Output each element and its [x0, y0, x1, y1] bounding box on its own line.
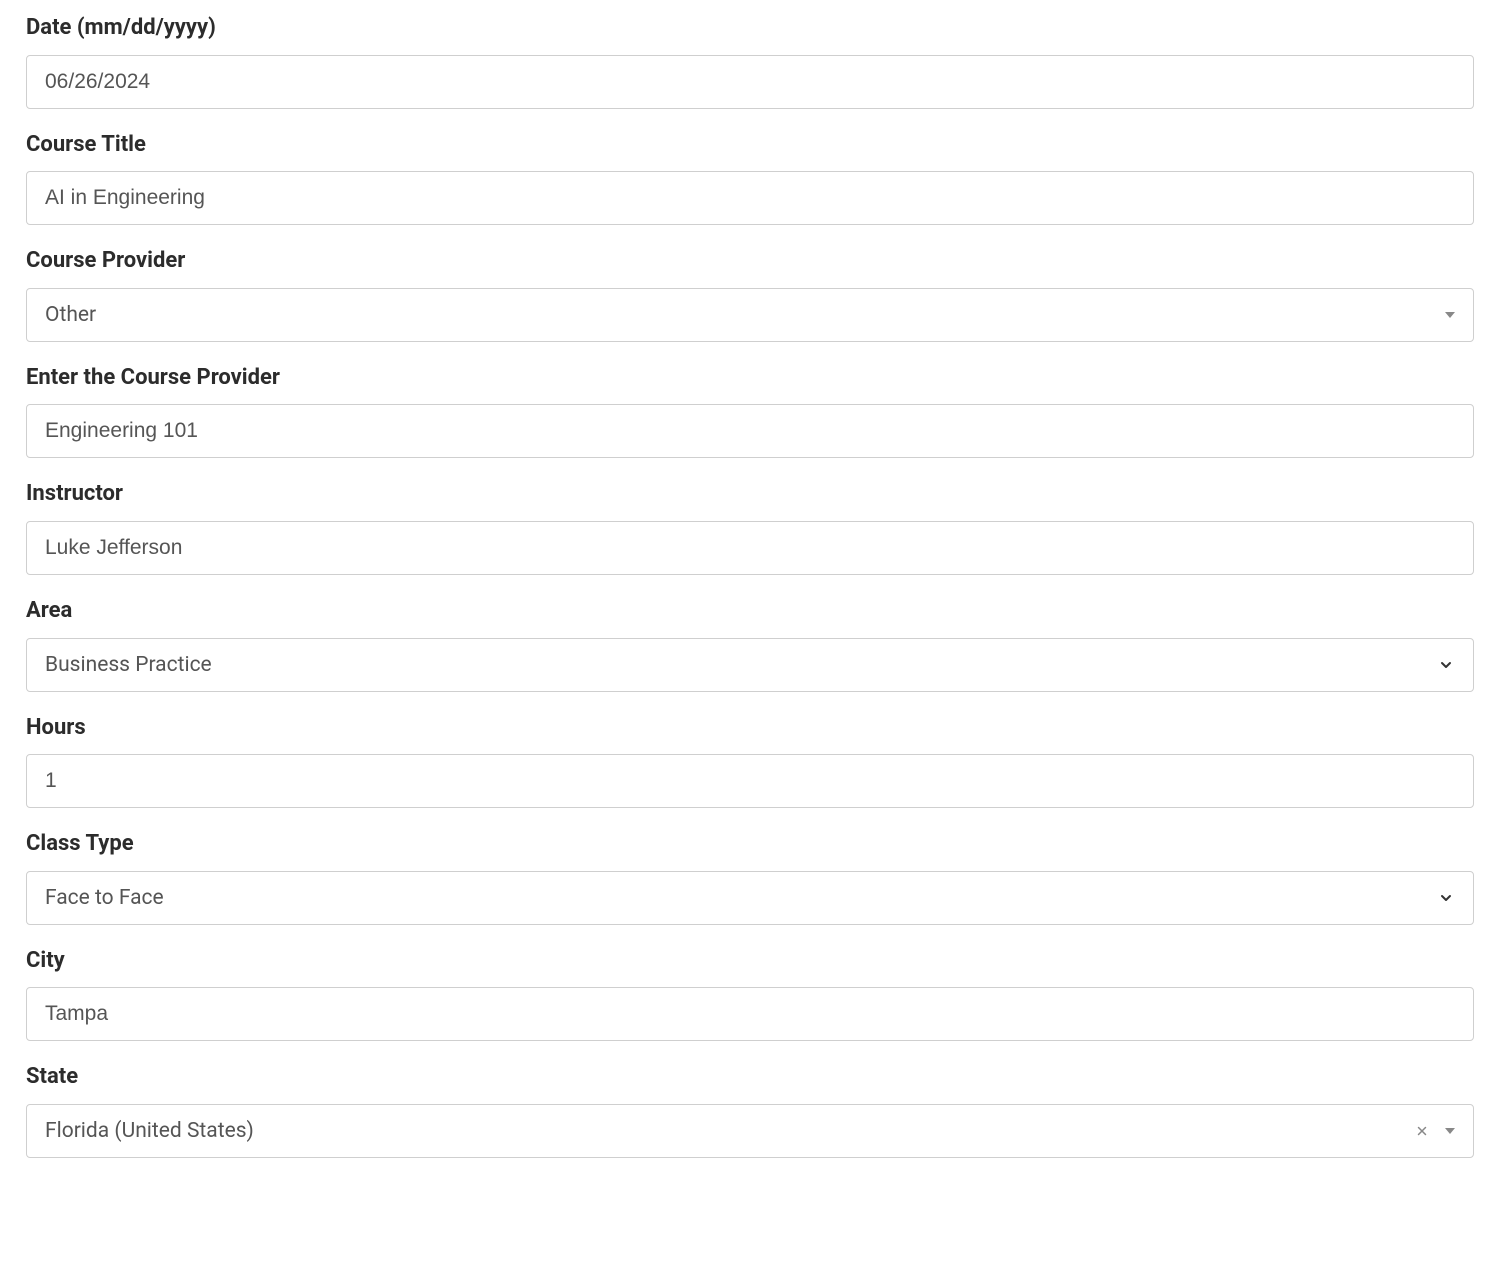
chevron-down-icon — [1437, 889, 1455, 907]
clear-icon[interactable] — [1415, 1124, 1429, 1138]
date-label: Date (mm/dd/yyyy) — [26, 14, 1474, 43]
hours-input[interactable] — [45, 755, 1455, 807]
course-provider-value: Other — [45, 303, 1439, 327]
form-page: Date (mm/dd/yyyy) Course Title Course Pr… — [0, 0, 1500, 1279]
field-group-course-provider: Course Provider Other — [26, 247, 1474, 342]
field-group-date: Date (mm/dd/yyyy) — [26, 14, 1474, 109]
state-select[interactable]: Florida (United States) — [26, 1104, 1474, 1158]
class-type-select[interactable]: Face to Face — [26, 871, 1474, 925]
area-label: Area — [26, 597, 1474, 626]
field-group-instructor: Instructor — [26, 480, 1474, 575]
course-title-input-wrapper — [26, 171, 1474, 225]
field-group-class-type: Class Type Face to Face — [26, 830, 1474, 925]
date-input[interactable] — [45, 56, 1455, 108]
course-title-input[interactable] — [45, 172, 1455, 224]
area-value: Business Practice — [45, 653, 1437, 677]
course-title-label: Course Title — [26, 131, 1474, 160]
city-label: City — [26, 947, 1474, 976]
date-input-wrapper — [26, 55, 1474, 109]
city-input[interactable] — [45, 988, 1455, 1040]
chevron-down-icon — [1437, 656, 1455, 674]
field-group-enter-provider: Enter the Course Provider — [26, 364, 1474, 459]
hours-label: Hours — [26, 714, 1474, 743]
instructor-input[interactable] — [45, 522, 1455, 574]
caret-down-icon — [1445, 1128, 1455, 1134]
enter-provider-input[interactable] — [45, 405, 1455, 457]
course-provider-select[interactable]: Other — [26, 288, 1474, 342]
enter-provider-input-wrapper — [26, 404, 1474, 458]
class-type-value: Face to Face — [45, 886, 1437, 910]
state-value: Florida (United States) — [45, 1119, 1415, 1143]
course-provider-caret-wrapper — [1439, 312, 1455, 318]
instructor-input-wrapper — [26, 521, 1474, 575]
field-group-hours: Hours — [26, 714, 1474, 809]
caret-down-icon — [1445, 312, 1455, 318]
field-group-state: State Florida (United States) — [26, 1063, 1474, 1158]
state-label: State — [26, 1063, 1474, 1092]
enter-provider-label: Enter the Course Provider — [26, 364, 1474, 393]
hours-input-wrapper — [26, 754, 1474, 808]
field-group-city: City — [26, 947, 1474, 1042]
field-group-area: Area Business Practice — [26, 597, 1474, 692]
state-right-icons — [1415, 1124, 1455, 1138]
class-type-label: Class Type — [26, 830, 1474, 859]
area-select[interactable]: Business Practice — [26, 638, 1474, 692]
course-provider-label: Course Provider — [26, 247, 1474, 276]
city-input-wrapper — [26, 987, 1474, 1041]
instructor-label: Instructor — [26, 480, 1474, 509]
field-group-course-title: Course Title — [26, 131, 1474, 226]
